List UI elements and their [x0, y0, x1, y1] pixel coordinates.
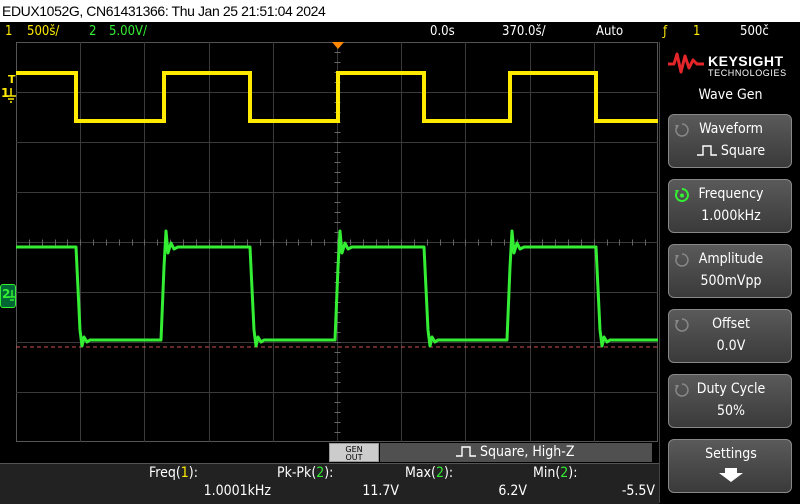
duty-cycle-value: 50% [717, 403, 745, 419]
trigger-mode[interactable]: Auto [596, 22, 623, 42]
measurement-max[interactable]: Max(2): 6.2V [403, 463, 531, 503]
measurement-value: -5.5V [621, 483, 655, 499]
trigger-edge-icon: ƒ [663, 24, 668, 39]
measurement-value: 1.0001kHz [203, 483, 271, 499]
waveform-value: Square [669, 143, 793, 159]
square-wave-icon [456, 446, 476, 457]
submenu-arrow-icon [719, 468, 743, 482]
offset-value: 0.0V [716, 338, 746, 354]
waveform-label: Waveform [699, 121, 763, 137]
offset-label: Offset [712, 316, 750, 332]
measurement-pkpk[interactable]: Pk-Pk(2): 11.7V [275, 463, 403, 503]
keysight-logo: KEYSIGHT TECHNOLOGIES [668, 48, 796, 82]
ch2-ground-marker[interactable]: 2 [0, 284, 16, 308]
square-wave-icon [696, 145, 717, 156]
measurement-value: 11.7V [362, 483, 399, 499]
wavegen-description: Square, High-Z [380, 443, 652, 462]
frequency-label: Frequency [698, 186, 764, 202]
frequency-softkey[interactable]: Frequency 1.000kHz [668, 179, 792, 233]
ch2-number[interactable]: 2 [89, 22, 96, 42]
settings-softkey[interactable]: Settings [668, 439, 792, 493]
measurement-freq[interactable]: Freq(1): 1.0001kHz [143, 463, 275, 503]
window-title: EDUX1052G, CN61431366: Thu Jan 25 21:51:… [0, 0, 800, 22]
ground-icon [6, 88, 16, 103]
time-delay[interactable]: 0.0s [430, 22, 455, 42]
ground-icon [8, 290, 16, 301]
graticule [16, 42, 658, 442]
ch1-trace [16, 71, 658, 123]
waveform-display[interactable] [16, 42, 658, 442]
frequency-value: 1.000kHz [701, 208, 761, 224]
brand-subtitle: TECHNOLOGIES [708, 68, 787, 78]
duty-cycle-label: Duty Cycle [696, 381, 766, 397]
trigger-position-icon [332, 42, 344, 49]
measurement-min[interactable]: Min(2): -5.5V [531, 463, 659, 503]
status-bar: 1 500š/ 2 5.00V/ 0.0s 370.0š/ Auto ƒ 1 5… [0, 22, 800, 42]
trigger-level-marker[interactable]: T [8, 73, 16, 86]
menu-title: Wave Gen [698, 87, 763, 103]
ch1-ground-marker[interactable]: 1 [0, 86, 16, 104]
ch1-number[interactable]: 1 [5, 22, 12, 42]
amplitude-value: 500mVpp [700, 273, 762, 289]
ch2-scale[interactable]: 5.00V/ [109, 22, 147, 42]
offset-softkey[interactable]: Offset 0.0V [668, 309, 792, 363]
brand-name: KEYSIGHT [708, 53, 784, 69]
waveform-softkey[interactable]: Waveform Square [668, 114, 792, 168]
duty-cycle-softkey[interactable]: Duty Cycle 50% [668, 374, 792, 428]
gen-out-indicator[interactable]: GEN OUT [329, 443, 379, 462]
settings-label: Settings [705, 446, 757, 462]
ch1-scale[interactable]: 500š/ [27, 22, 59, 42]
keysight-wave-icon [668, 52, 704, 74]
amplitude-label: Amplitude [698, 251, 764, 267]
trigger-level[interactable]: 500č [740, 22, 769, 42]
amplitude-softkey[interactable]: Amplitude 500mVpp [668, 244, 792, 298]
softkey-panel: KEYSIGHT TECHNOLOGIES Wave Gen Waveform … [659, 42, 800, 503]
time-scale[interactable]: 370.0š/ [502, 22, 546, 42]
trigger-source[interactable]: 1 [693, 22, 700, 42]
measurement-value: 6.2V [498, 483, 527, 499]
